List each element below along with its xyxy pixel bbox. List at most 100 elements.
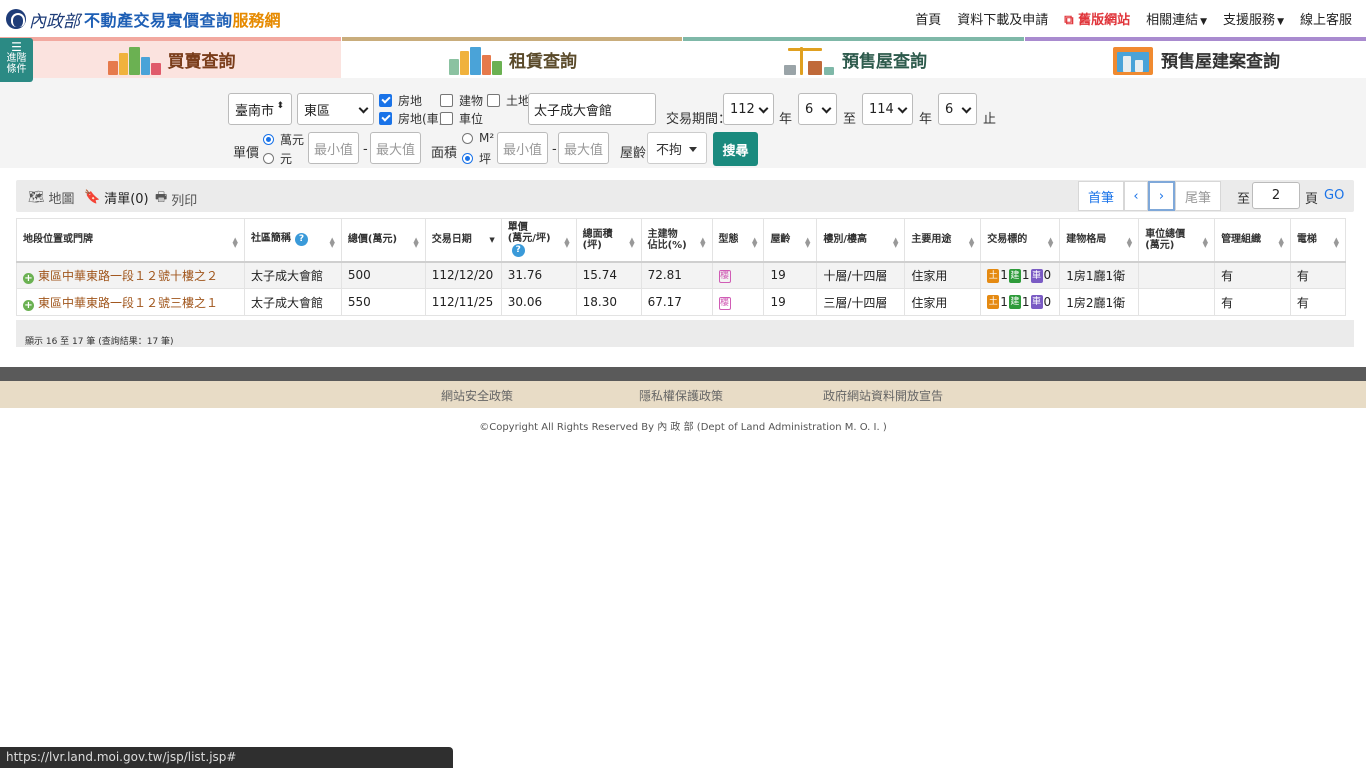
print-label: 列印 bbox=[171, 193, 198, 209]
year-to-select[interactable]: 114 bbox=[862, 93, 913, 125]
tab-buy-sell[interactable]: 買賣查詢 bbox=[0, 37, 341, 78]
go-button[interactable]: GO bbox=[1324, 188, 1344, 203]
community-keyword-input[interactable]: 太子成大會館 bbox=[528, 93, 656, 125]
year-from-select[interactable]: 112 bbox=[723, 93, 774, 125]
sort-icon[interactable]: ▲ ▼ bbox=[700, 237, 705, 249]
cell-address[interactable]: + 東區中華東路一段１２號三樓之１ bbox=[16, 288, 245, 316]
nav-download[interactable]: 資料下載及申請 bbox=[957, 9, 1048, 28]
nav-related-links[interactable]: 相關連結 ▼ bbox=[1146, 9, 1207, 28]
nav-support[interactable]: 支援服務 ▼ bbox=[1223, 9, 1284, 28]
area-max-input[interactable]: 最大值 bbox=[558, 132, 609, 164]
cell-address[interactable]: + 東區中華東路一段１２號十樓之２ bbox=[16, 261, 245, 289]
cell-target: 土1建1車0 bbox=[980, 261, 1061, 289]
sort-icon[interactable]: ▲ ▼ bbox=[1279, 237, 1284, 249]
check-land-house[interactable]: 房地 bbox=[379, 92, 422, 109]
column-header[interactable]: 主要用途 ▲ ▼ bbox=[904, 218, 982, 263]
month-to-value: 6 bbox=[945, 101, 954, 117]
check-building-label: 建物 bbox=[459, 94, 484, 108]
radio-unit-yuan[interactable]: 元 bbox=[263, 150, 292, 167]
column-header[interactable]: 管理組織 ▲ ▼ bbox=[1214, 218, 1291, 263]
column-header[interactable]: 總面積 (坪) ▲ ▼ bbox=[575, 218, 642, 263]
footer-link-privacy[interactable]: 隱私權保護政策 bbox=[639, 387, 723, 404]
table-row[interactable]: + 東區中華東路一段１２號十樓之２ 太子成大會館 500 112/12/20 31.76 1… bbox=[16, 261, 1347, 289]
check-land[interactable]: 土地 bbox=[487, 92, 530, 109]
tab-presale-project[interactable]: 預售屋建案查詢 bbox=[1025, 37, 1366, 78]
column-header[interactable]: 車位總價 (萬元) ▲ ▼ bbox=[1138, 218, 1216, 263]
sort-icon[interactable]: ▲ ▼ bbox=[893, 237, 898, 249]
age-dropdown[interactable]: 不拘 bbox=[647, 132, 707, 164]
address-link[interactable]: 東區中華東路一段１２號十樓之２ bbox=[38, 269, 218, 283]
price-max-input[interactable]: 最大值 bbox=[370, 132, 421, 164]
map-label: 地圖 bbox=[48, 192, 75, 207]
sort-icon[interactable]: ▲ ▼ bbox=[629, 237, 634, 249]
address-link[interactable]: 東區中華東路一段１２號三樓之１ bbox=[38, 296, 218, 310]
city-select[interactable]: 臺南市 ⬍ bbox=[228, 93, 292, 125]
sort-icon[interactable]: ▲ ▼ bbox=[564, 237, 569, 249]
column-header[interactable]: 地段位置或門牌 ▲ ▼ bbox=[16, 218, 245, 263]
nav-online-service[interactable]: 線上客服 bbox=[1300, 9, 1352, 28]
print-button[interactable]: 🖶 列印 bbox=[155, 188, 197, 210]
sort-icon[interactable]: ▲ ▼ bbox=[1048, 237, 1053, 249]
tab-rent[interactable]: 租賃查詢 bbox=[342, 37, 682, 78]
sort-icon[interactable]: ▲ ▼ bbox=[1127, 237, 1132, 249]
column-header[interactable]: 交易標的 ▲ ▼ bbox=[980, 218, 1061, 263]
next-page-button[interactable]: › bbox=[1148, 181, 1175, 211]
sort-icon[interactable]: ▲ ▼ bbox=[413, 237, 418, 249]
radio-area-ping[interactable]: 坪 bbox=[462, 150, 491, 167]
advanced-conditions-button[interactable]: ☰ 進階 條件 bbox=[0, 38, 33, 82]
nav-old-site[interactable]: ⧉ 舊版網站 bbox=[1064, 9, 1130, 28]
tab-presale[interactable]: 預售屋查詢 bbox=[683, 37, 1024, 78]
prev-page-button[interactable]: ‹ bbox=[1124, 181, 1148, 211]
column-header[interactable]: 電梯 ▲ ▼ bbox=[1289, 218, 1347, 263]
column-header[interactable]: 型態 ▲ ▼ bbox=[711, 218, 765, 263]
check-parking[interactable]: 車位 bbox=[440, 110, 483, 127]
sort-icon[interactable]: ▲ ▼ bbox=[330, 237, 335, 249]
last-page-button[interactable]: 尾筆 bbox=[1175, 181, 1221, 211]
price-min-input[interactable]: 最小值 bbox=[308, 132, 359, 164]
checkbox-icon bbox=[440, 94, 453, 107]
check-building[interactable]: 建物 bbox=[440, 92, 483, 109]
nav-home[interactable]: 首頁 bbox=[915, 9, 941, 28]
expand-plus-icon[interactable]: + bbox=[23, 299, 34, 311]
target-build-icon: 建 bbox=[1008, 295, 1021, 310]
cell-main-ratio: 67.17 bbox=[640, 288, 713, 316]
map-button[interactable]: 🗺 地圖 bbox=[28, 188, 75, 207]
site-logo[interactable]: 內政部 不動產交易實價查詢 服務網 bbox=[6, 6, 281, 32]
footer-link-security[interactable]: 網站安全政策 bbox=[441, 387, 513, 404]
sort-desc-icon[interactable]: ▼ bbox=[489, 237, 494, 244]
tab-presale-project-label: 預售屋建案查詢 bbox=[1161, 52, 1280, 72]
column-header[interactable]: 建物格局 ▲ ▼ bbox=[1059, 218, 1140, 263]
radio-area-m2[interactable]: M² bbox=[462, 131, 494, 145]
sort-icon[interactable]: ▲ ▼ bbox=[233, 237, 238, 249]
sort-icon[interactable]: ▲ ▼ bbox=[1203, 237, 1208, 249]
sort-icon[interactable]: ▲ ▼ bbox=[752, 237, 757, 249]
column-header[interactable]: 主建物 佔比(%) ▲ ▼ bbox=[640, 218, 713, 263]
sort-icon[interactable]: ▲ ▼ bbox=[969, 237, 974, 249]
column-header[interactable]: 社區簡稱? ▲ ▼ bbox=[243, 218, 342, 263]
column-header[interactable]: 單價 (萬元/坪)? ▲ ▼ bbox=[500, 218, 577, 263]
column-header[interactable]: 總價(萬元) ▲ ▼ bbox=[340, 218, 426, 263]
list-button[interactable]: 🔖 清單(0) bbox=[84, 188, 149, 207]
footer-link-open-data[interactable]: 政府網站資料開放宣告 bbox=[823, 387, 943, 404]
first-page-button[interactable]: 首筆 bbox=[1078, 181, 1124, 211]
month-to-select[interactable]: 6 bbox=[938, 93, 977, 125]
help-icon[interactable]: ? bbox=[294, 233, 308, 247]
area-min-input[interactable]: 最小值 bbox=[497, 132, 548, 164]
month-from-select[interactable]: 6 bbox=[798, 93, 837, 125]
query-tabs: 買賣查詢 租賃查詢 預售屋查詢 預售屋建案查詢 bbox=[0, 37, 1366, 78]
column-header[interactable]: 樓別/樓高 ▲ ▼ bbox=[816, 218, 906, 263]
construction-crane-icon bbox=[780, 45, 836, 75]
search-button[interactable]: 搜尋 bbox=[713, 132, 758, 166]
sort-icon[interactable]: ▲ ▼ bbox=[805, 237, 810, 249]
table-row[interactable]: + 東區中華東路一段１２號三樓之１ 太子成大會館 550 112/11/25 30.06 1… bbox=[16, 288, 1347, 316]
radio-unit-wan[interactable]: 萬元 bbox=[263, 131, 304, 148]
page-number-input[interactable]: 2 bbox=[1252, 182, 1300, 209]
column-header[interactable]: 交易日期 ▼ bbox=[424, 218, 502, 263]
help-icon[interactable]: ? bbox=[511, 244, 525, 258]
district-select[interactable]: 東區 bbox=[297, 93, 374, 125]
column-header[interactable]: 屋齡 ▲ ▼ bbox=[763, 218, 818, 263]
expand-plus-icon[interactable]: + bbox=[23, 272, 34, 284]
check-land-house-car[interactable]: 房地(車) bbox=[379, 110, 443, 127]
building-board-icon bbox=[1111, 45, 1155, 75]
sort-icon[interactable]: ▲ ▼ bbox=[1334, 237, 1339, 249]
